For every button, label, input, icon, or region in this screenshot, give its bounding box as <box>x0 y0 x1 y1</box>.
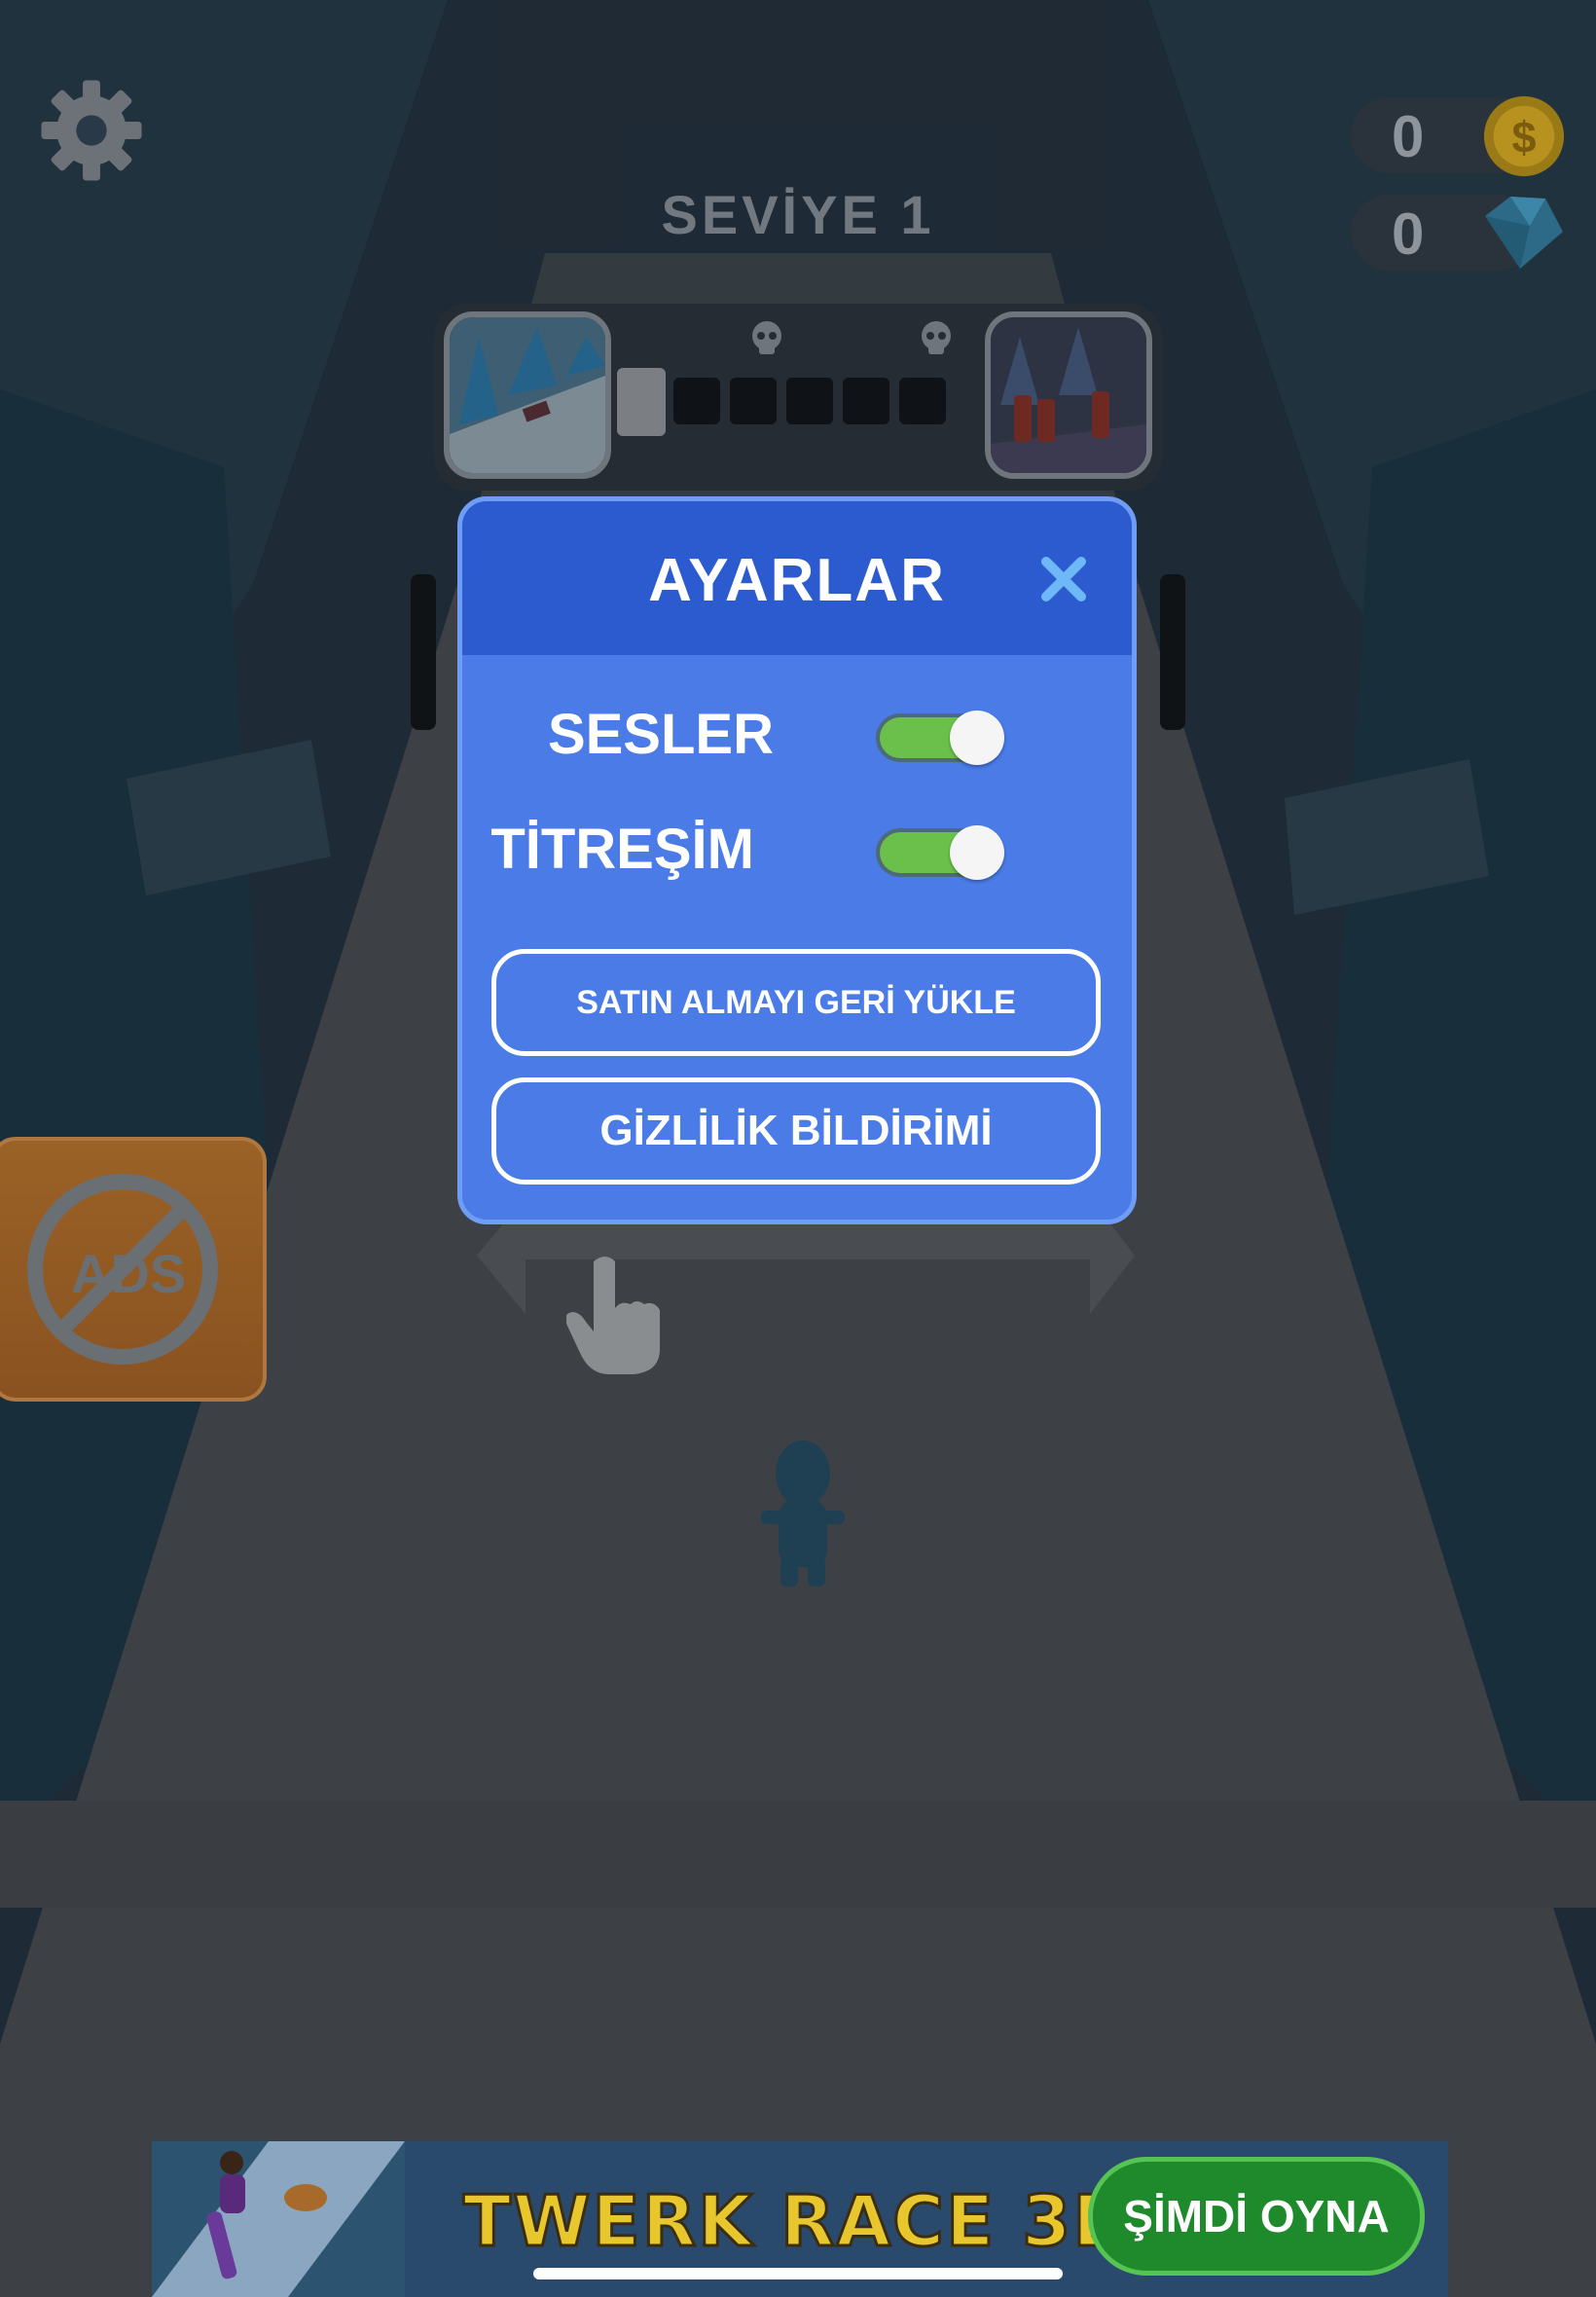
restore-purchase-button[interactable]: SATIN ALMAYI GERİ YÜKLE <box>491 949 1101 1056</box>
vibration-label: TİTREŞİM <box>490 818 754 881</box>
svg-text:$: $ <box>1511 113 1536 163</box>
progress-segment <box>899 378 946 424</box>
ad-play-now-button[interactable]: ŞİMDİ OYNA <box>1088 2157 1425 2276</box>
progress-segment <box>843 378 889 424</box>
close-icon[interactable] <box>1036 552 1091 606</box>
remove-ads-button[interactable]: ADS <box>0 1137 267 1402</box>
toggle-knob <box>950 825 1004 880</box>
current-stage-thumbnail <box>444 311 611 479</box>
gear-icon[interactable] <box>37 76 146 185</box>
coin-counter: 0 $ <box>1351 95 1565 177</box>
ad-banner-title: TWERK RACE 3D <box>461 2179 1134 2264</box>
ad-banner-image <box>152 2141 405 2297</box>
home-indicator[interactable] <box>533 2268 1063 2279</box>
no-ads-label: ADS <box>70 1243 187 1304</box>
progress-segment <box>673 378 720 424</box>
modal-header: AYARLAR <box>462 501 1132 655</box>
hand-pointer-icon <box>566 1257 660 1374</box>
boss-stage-thumbnail <box>985 311 1152 479</box>
skull-icon <box>752 321 781 354</box>
stage-preview-image <box>450 317 605 473</box>
progress-segment <box>786 378 833 424</box>
modal-title: AYARLAR <box>648 547 946 614</box>
stage-preview-image <box>991 317 1146 473</box>
sounds-label: SESLER <box>547 703 774 766</box>
coin-count: 0 <box>1392 104 1425 169</box>
vibration-toggle[interactable] <box>876 825 1004 880</box>
level-progress <box>434 304 1162 491</box>
coin-icon: $ <box>1483 95 1565 177</box>
level-title: SEVİYE 1 <box>661 184 935 245</box>
progress-segment <box>730 378 777 424</box>
privacy-notice-button[interactable]: GİZLİLİK BİLDİRİMİ <box>491 1077 1101 1185</box>
toggle-knob <box>950 711 1004 765</box>
sounds-toggle[interactable] <box>876 711 1004 765</box>
progress-segment <box>617 368 666 436</box>
skull-icon <box>922 321 951 354</box>
settings-modal: AYARLAR SESLER TİTREŞİM SATIN ALMAYI GER… <box>457 496 1137 1224</box>
